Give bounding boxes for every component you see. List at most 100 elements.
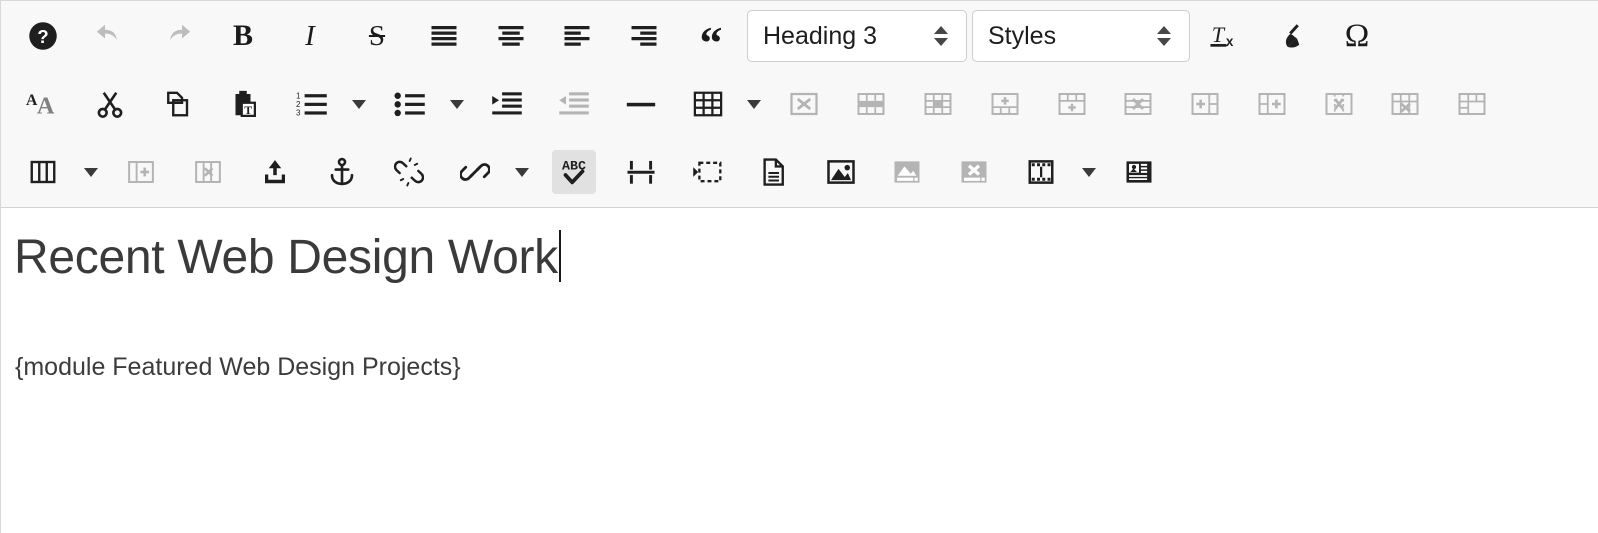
chain-link-icon [460, 163, 490, 181]
align-justify-button[interactable] [422, 14, 466, 58]
insert-image-button[interactable] [819, 150, 863, 194]
font-size-button[interactable]: A A [21, 82, 65, 126]
ordered-list-icon: 1 2 3 [296, 91, 327, 118]
show-blocks-button[interactable] [686, 150, 730, 194]
italic-button[interactable]: I [288, 14, 332, 58]
bold-button[interactable]: B [221, 14, 265, 58]
add-column-button[interactable] [119, 150, 163, 194]
merge-cell-button[interactable] [916, 82, 960, 126]
copy-button[interactable] [155, 82, 199, 126]
delete-row-button[interactable] [1116, 82, 1160, 126]
editor-content-area[interactable]: Recent Web Design Work {module Featured … [0, 208, 1598, 533]
indent-left-icon [559, 92, 589, 115]
svg-text:x: x [1226, 34, 1234, 49]
insert-col-left-button[interactable] [1183, 82, 1227, 126]
paragraph-format-value: Heading 3 [763, 21, 877, 50]
picture-edit-icon [894, 161, 920, 183]
spellcheck-button[interactable]: ABC [552, 150, 596, 194]
svg-text:A: A [37, 93, 55, 118]
outdent-button[interactable] [552, 82, 596, 126]
link-caret[interactable] [512, 159, 532, 185]
table-col-x-icon [1325, 93, 1353, 115]
redo-icon[interactable] [155, 14, 199, 58]
editor-window: ? B I S “ Heading 3 Styles T x Ω A A T 1… [0, 0, 1598, 533]
merge-cells-row-button[interactable] [849, 82, 893, 126]
table-col-plus-right-icon [1258, 93, 1286, 115]
bold-B-icon: B [232, 19, 253, 52]
align-center-button[interactable] [489, 14, 533, 58]
delete-image-button[interactable] [952, 150, 996, 194]
document-lines-icon [763, 158, 784, 186]
insert-video-button[interactable] [1019, 150, 1063, 194]
numbered-list-button[interactable]: 1 2 3 [290, 82, 334, 126]
table-col-plus-left-icon [1191, 93, 1219, 115]
cut-button[interactable] [88, 82, 132, 126]
media-card-icon [1126, 161, 1152, 183]
insert-video-caret[interactable] [1079, 159, 1099, 185]
indent-button[interactable] [485, 82, 529, 126]
blockquote-button[interactable]: “ [689, 14, 733, 68]
picture-icon [827, 160, 855, 184]
undo-arrow-icon [96, 24, 117, 40]
styles-spinner-icon [1149, 26, 1189, 46]
help-icon[interactable]: ? [21, 14, 65, 58]
column-plus-icon [128, 161, 154, 183]
table-merge-row-icon [857, 93, 885, 115]
table-properties-button[interactable] [1450, 82, 1494, 126]
table-merge-cell-icon [924, 93, 952, 115]
styles-select[interactable]: Styles [972, 10, 1190, 62]
align-left-button[interactable] [555, 14, 599, 58]
delete-table-button[interactable] [782, 82, 826, 126]
T-with-x-icon: T x [1210, 22, 1234, 49]
question-circle-icon: ? [29, 22, 57, 50]
link-button[interactable] [453, 150, 497, 194]
special-char-button[interactable]: Ω [1335, 14, 1379, 58]
page-break-icon [627, 160, 655, 184]
anchor-button[interactable] [320, 150, 364, 194]
show-blocks-icon [693, 161, 722, 183]
bulleted-list-button[interactable] [388, 82, 432, 126]
insert-col-right-button[interactable] [1250, 82, 1294, 126]
remove-column-button[interactable] [186, 150, 230, 194]
broom-icon [1285, 24, 1300, 48]
numbered-list-caret[interactable] [349, 91, 369, 117]
italic-I-icon: I [305, 19, 315, 52]
document-heading[interactable]: Recent Web Design Work [14, 230, 561, 285]
omega-icon: Ω [1344, 17, 1370, 54]
bulleted-list-caret[interactable] [447, 91, 467, 117]
remove-format-button[interactable]: T x [1202, 14, 1246, 58]
strikethrough-button[interactable]: S [355, 14, 399, 58]
insert-media-button[interactable] [1117, 150, 1161, 194]
toolbar-row-2: A A T 1 2 3 [1, 71, 1598, 137]
page-break-button[interactable] [619, 150, 663, 194]
align-right-button[interactable] [622, 14, 666, 58]
table-props-icon [1458, 93, 1486, 115]
horizontal-rule-button[interactable] [619, 82, 663, 126]
insert-row-above-button[interactable] [983, 82, 1027, 126]
undo-icon[interactable] [88, 14, 132, 58]
columns-button[interactable] [21, 150, 65, 194]
picture-x-icon [961, 161, 987, 183]
document-paragraph[interactable]: {module Featured Web Design Projects} [15, 353, 461, 382]
insert-table-button[interactable] [686, 82, 730, 126]
columns-caret[interactable] [81, 159, 101, 185]
table-split-icon [1391, 93, 1419, 115]
split-cell-button[interactable] [1383, 82, 1427, 126]
styles-value: Styles [988, 21, 1057, 50]
edit-image-button[interactable] [885, 150, 929, 194]
insert-file-button[interactable] [253, 150, 297, 194]
table-grid-icon [693, 91, 723, 117]
delete-column-button[interactable] [1317, 82, 1361, 126]
svg-text:T: T [244, 103, 252, 117]
align-justify-icon [431, 26, 457, 46]
quote-marks-icon: “ [699, 16, 723, 68]
horizontal-rule-icon [626, 102, 656, 107]
insert-row-below-button[interactable] [1050, 82, 1094, 126]
paragraph-format-select[interactable]: Heading 3 [747, 10, 967, 62]
paste-text-button[interactable]: T [221, 82, 265, 126]
unlink-button[interactable] [387, 150, 431, 194]
table-row-x-icon [1124, 93, 1152, 115]
insert-table-caret[interactable] [744, 91, 764, 117]
template-button[interactable] [752, 150, 796, 194]
clean-format-button[interactable] [1269, 14, 1313, 58]
